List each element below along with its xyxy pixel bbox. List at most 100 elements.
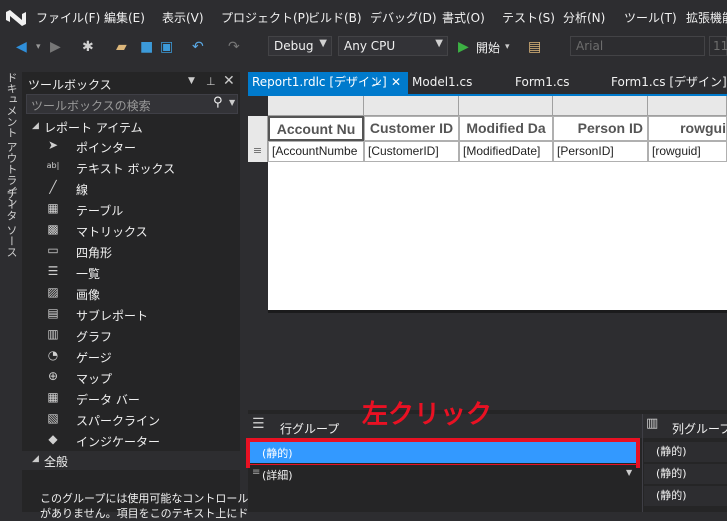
table-header-cell[interactable]: Person ID <box>553 116 648 141</box>
row-handle[interactable] <box>248 116 268 141</box>
column-handle[interactable] <box>268 96 364 116</box>
chevron-down-icon: ▼ <box>319 38 327 49</box>
tool-item-line[interactable]: ╱ 線 <box>22 178 240 199</box>
tab-form1[interactable]: Form1.cs <box>511 72 606 94</box>
table-header-cell[interactable]: Account Nu <box>268 116 364 141</box>
redo-icon[interactable]: ↷ <box>228 39 240 55</box>
table-header-cell[interactable]: Modified Da <box>459 116 553 141</box>
row-group-details[interactable]: ≡ (詳細) ▼ <box>250 465 636 483</box>
menu-edit[interactable]: 編集(E) <box>104 9 145 26</box>
tool-item-pointer[interactable]: ➤ ポインター <box>22 136 240 157</box>
column-group-static[interactable]: (静的) <box>644 442 727 462</box>
row-groups-title: 行グループ <box>280 422 340 436</box>
tab-label: Report1.rdlc [デザイン] <box>252 75 387 89</box>
tab-form1-design[interactable]: Form1.cs [デザイン] <box>607 72 727 94</box>
column-group-static[interactable]: (静的) <box>644 464 727 484</box>
column-group-static[interactable]: (静的) <box>644 486 727 506</box>
details-row-handle[interactable]: ≡ <box>248 141 268 162</box>
forward-icon[interactable]: ▶ <box>50 39 61 55</box>
tab-report1-design[interactable]: Report1.rdlc [デザイン] ⊥ ✕ <box>248 72 408 94</box>
menu-extensions[interactable]: 拡張機能 <box>686 9 727 26</box>
menu-analyze[interactable]: 分析(N) <box>563 9 605 26</box>
table-header-cell[interactable]: rowgui <box>648 116 727 141</box>
column-handle[interactable] <box>459 96 553 116</box>
menu-tools[interactable]: ツール(T) <box>624 9 677 26</box>
chevron-down-icon[interactable]: ▼ <box>626 468 632 477</box>
tool-item-image[interactable]: ▨ 画像 <box>22 283 240 304</box>
menu-build[interactable]: ビルド(B) <box>308 9 362 26</box>
image-icon: ▨ <box>47 285 59 299</box>
new-project-icon[interactable]: ✱ <box>82 39 94 55</box>
font-dropdown[interactable]: Arial <box>570 36 705 56</box>
tool-item-list[interactable]: ☰ 一覧 <box>22 262 240 283</box>
table-data-cell[interactable]: [CustomerID] <box>364 141 459 162</box>
collapse-icon[interactable]: ◢ <box>32 121 39 131</box>
tool-item-databar[interactable]: ▦ データ バー <box>22 388 240 409</box>
tool-label: サブレポート <box>76 309 149 323</box>
save-icon[interactable]: ■ <box>140 39 153 55</box>
tool-item-sparkline[interactable]: ▧ スパークライン <box>22 409 240 430</box>
back-icon[interactable]: ◀ <box>16 39 27 55</box>
tool-label: マトリックス <box>76 225 148 239</box>
start-dropdown-icon[interactable]: ▾ <box>505 39 510 55</box>
tool-item-map[interactable]: ⊕ マップ <box>22 367 240 388</box>
dropdown-arrow-icon[interactable]: ▾ <box>36 39 41 55</box>
general-message-line2: がありません。項目をこのテキスト上にド <box>40 507 249 520</box>
start-play-icon[interactable]: ▶ <box>458 39 469 55</box>
menu-debug[interactable]: デバッグ(D) <box>370 9 437 26</box>
visual-studio-logo-icon <box>6 10 26 26</box>
open-folder-icon[interactable]: ▰ <box>116 39 127 55</box>
table-data-cell[interactable]: [PersonID] <box>553 141 648 162</box>
tool-label: マップ <box>76 372 113 386</box>
configuration-dropdown[interactable]: Debug ▼ <box>268 36 332 56</box>
column-groups-title: 列グループ <box>672 422 727 436</box>
section-report-items[interactable]: レポート アイテム <box>44 119 143 136</box>
menu-view[interactable]: 表示(V) <box>162 9 204 26</box>
menu-test[interactable]: テスト(S) <box>502 9 555 26</box>
column-groups-icon: ▥ <box>646 416 659 431</box>
column-handle[interactable] <box>648 96 727 116</box>
pin-icon[interactable]: ⊥ <box>372 72 382 92</box>
list-icon: ☰ <box>47 264 59 278</box>
side-tab-data-sources[interactable]: データ ソース <box>3 188 19 258</box>
column-handle[interactable] <box>553 96 648 116</box>
column-handle[interactable] <box>364 96 459 116</box>
menu-format[interactable]: 書式(O) <box>442 9 485 26</box>
tool-item-matrix[interactable]: ▩ マトリックス <box>22 220 240 241</box>
tool-label: ポインター <box>76 141 137 155</box>
table-data-cell[interactable]: [ModifiedDate] <box>459 141 553 162</box>
tab-model1[interactable]: Model1.cs <box>408 72 508 94</box>
table-data-cell[interactable]: [AccountNumbe <box>268 141 364 162</box>
menu-file[interactable]: ファイル(F) <box>36 9 100 26</box>
toolbox-options-icon[interactable]: ▼ <box>188 76 195 86</box>
start-button[interactable]: 開始 <box>476 39 500 56</box>
menu-project[interactable]: プロジェクト(P) <box>221 9 310 26</box>
font-size-dropdown[interactable]: 11 <box>709 36 727 56</box>
undo-icon[interactable]: ↶ <box>192 39 204 55</box>
indicator-icon: ◆ <box>48 432 58 446</box>
close-icon[interactable]: ✕ <box>391 72 401 92</box>
table-data-cell[interactable]: [rowguid] <box>648 141 727 162</box>
tool-item-table[interactable]: ▦ テーブル <box>22 199 240 220</box>
search-dropdown-icon[interactable]: ▼ <box>229 98 235 107</box>
platform-dropdown[interactable]: Any CPU ▼ <box>338 36 448 56</box>
tool-item-chart[interactable]: ▥ グラフ <box>22 325 240 346</box>
tool-item-textbox[interactable]: ab| テキスト ボックス <box>22 157 240 178</box>
platform-value: Any CPU <box>344 39 396 53</box>
table-icon: ▦ <box>47 201 59 215</box>
sparkline-icon: ▧ <box>47 411 59 425</box>
tool-item-gauge[interactable]: ◔ ゲージ <box>22 346 240 367</box>
tool-item-indicator[interactable]: ◆ インジケーター <box>22 430 240 451</box>
tool-item-subreport[interactable]: ▤ サブレポート <box>22 304 240 325</box>
toolbox-search-box[interactable]: ツールボックスの検索 ⚲ ▼ <box>26 94 238 114</box>
font-value: Arial <box>576 39 604 53</box>
section-general-row[interactable]: ◢ 全般 <box>22 451 240 470</box>
report-toolbar-icon[interactable]: ▤ <box>528 39 541 55</box>
pin-icon[interactable]: ⊥ <box>206 75 216 88</box>
close-icon[interactable]: ✕ <box>223 73 235 89</box>
save-all-icon[interactable]: ▣ <box>160 39 173 55</box>
tool-item-rectangle[interactable]: ▭ 四角形 <box>22 241 240 262</box>
subreport-icon: ▤ <box>47 306 59 320</box>
table-header-cell[interactable]: Customer ID <box>364 116 459 141</box>
search-icon[interactable]: ⚲ <box>213 95 223 110</box>
